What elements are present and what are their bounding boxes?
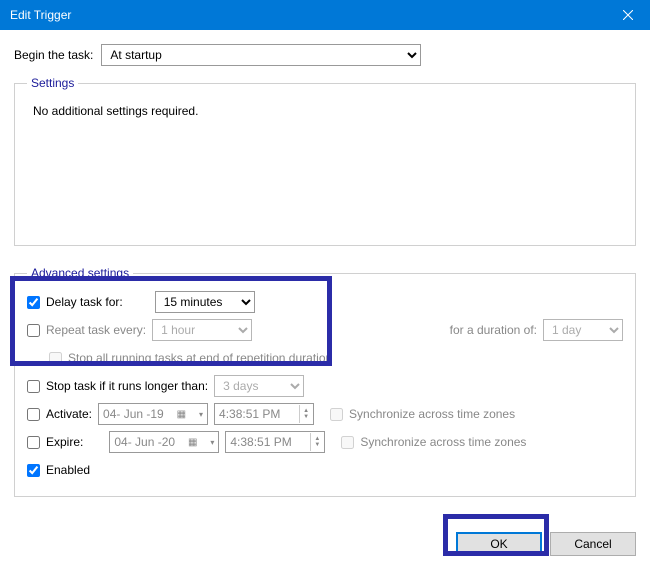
activate-sync-label: Synchronize across time zones [330,407,515,421]
expire-sync-text: Synchronize across time zones [360,435,526,449]
repeat-duration-select: 1 day [543,319,623,341]
enabled-row: Enabled [27,456,623,484]
stop-end-label: Stop all running tasks at end of repetit… [68,351,332,365]
stop-end-checkbox-label: Stop all running tasks at end of repetit… [49,351,332,365]
expire-label: Expire: [46,435,83,449]
dialog-footer: OK Cancel [456,532,636,556]
activate-checkbox[interactable] [27,408,40,421]
settings-message: No additional settings required. [33,104,623,118]
time-spinner: ▲▼ [299,405,309,423]
stop-if-label: Stop task if it runs longer than: [46,379,208,393]
delay-select[interactable]: 15 minutes [155,291,255,313]
repeat-label: Repeat task every: [46,323,146,337]
expire-sync-label: Synchronize across time zones [341,435,526,449]
ok-button[interactable]: OK [456,532,542,556]
chevron-down-icon: ▾ [199,410,203,419]
stop-if-row: Stop task if it runs longer than: 3 days [27,372,623,400]
titlebar: Edit Trigger [0,0,650,30]
repeat-row: Repeat task every: 1 hour for a duration… [27,316,623,344]
activate-sync-checkbox [330,408,343,421]
activate-label: Activate: [46,407,92,421]
begin-task-label: Begin the task: [14,48,93,62]
expire-time-value: 4:38:51 PM [230,435,291,449]
chevron-down-icon: ▾ [210,438,214,447]
activate-row: Activate: 04- Jun -19 ▦ ▾ 4:38:51 PM ▲▼ … [27,400,623,428]
repeat-checkbox-label[interactable]: Repeat task every: [27,323,146,337]
calendar-icon: ▦ [188,437,197,448]
activate-date-field: 04- Jun -19 ▦ ▾ [98,403,208,425]
close-button[interactable] [605,0,650,30]
delay-checkbox-label[interactable]: Delay task for: [27,295,123,309]
cancel-button[interactable]: Cancel [550,532,636,556]
advanced-settings-group: Advanced settings Delay task for: 15 min… [14,266,636,497]
activate-sync-text: Synchronize across time zones [349,407,515,421]
stop-if-checkbox-label[interactable]: Stop task if it runs longer than: [27,379,208,393]
expire-date-value: 04- Jun -20 [114,435,175,449]
stop-end-row: Stop all running tasks at end of repetit… [49,344,623,372]
expire-row: Expire: 04- Jun -20 ▦ ▾ 4:38:51 PM ▲▼ Sy… [27,428,623,456]
expire-time-field: 4:38:51 PM ▲▼ [225,431,325,453]
stop-if-checkbox[interactable] [27,380,40,393]
stop-end-checkbox [49,352,62,365]
activate-time-value: 4:38:51 PM [219,407,280,421]
repeat-select: 1 hour [152,319,252,341]
repeat-checkbox[interactable] [27,324,40,337]
activate-date-value: 04- Jun -19 [103,407,164,421]
settings-group: Settings No additional settings required… [14,76,636,246]
expire-checkbox[interactable] [27,436,40,449]
expire-date-field: 04- Jun -20 ▦ ▾ [109,431,219,453]
expire-checkbox-label[interactable]: Expire: [27,435,83,449]
time-spinner: ▲▼ [310,433,320,451]
close-icon [623,10,633,20]
enabled-label: Enabled [46,463,90,477]
settings-legend: Settings [27,76,78,90]
delay-checkbox[interactable] [27,296,40,309]
activate-time-field: 4:38:51 PM ▲▼ [214,403,314,425]
stop-if-select: 3 days [214,375,304,397]
advanced-legend: Advanced settings [27,266,133,280]
dialog-content: Begin the task: At startup Settings No a… [0,30,650,507]
repeat-duration-label: for a duration of: [450,323,537,337]
delay-label: Delay task for: [46,295,123,309]
begin-task-row: Begin the task: At startup [14,44,636,66]
enabled-checkbox[interactable] [27,464,40,477]
begin-task-select[interactable]: At startup [101,44,421,66]
delay-row: Delay task for: 15 minutes [27,288,623,316]
expire-sync-checkbox [341,436,354,449]
activate-checkbox-label[interactable]: Activate: [27,407,92,421]
window-title: Edit Trigger [10,8,605,22]
calendar-icon: ▦ [177,409,186,420]
enabled-checkbox-label[interactable]: Enabled [27,463,90,477]
